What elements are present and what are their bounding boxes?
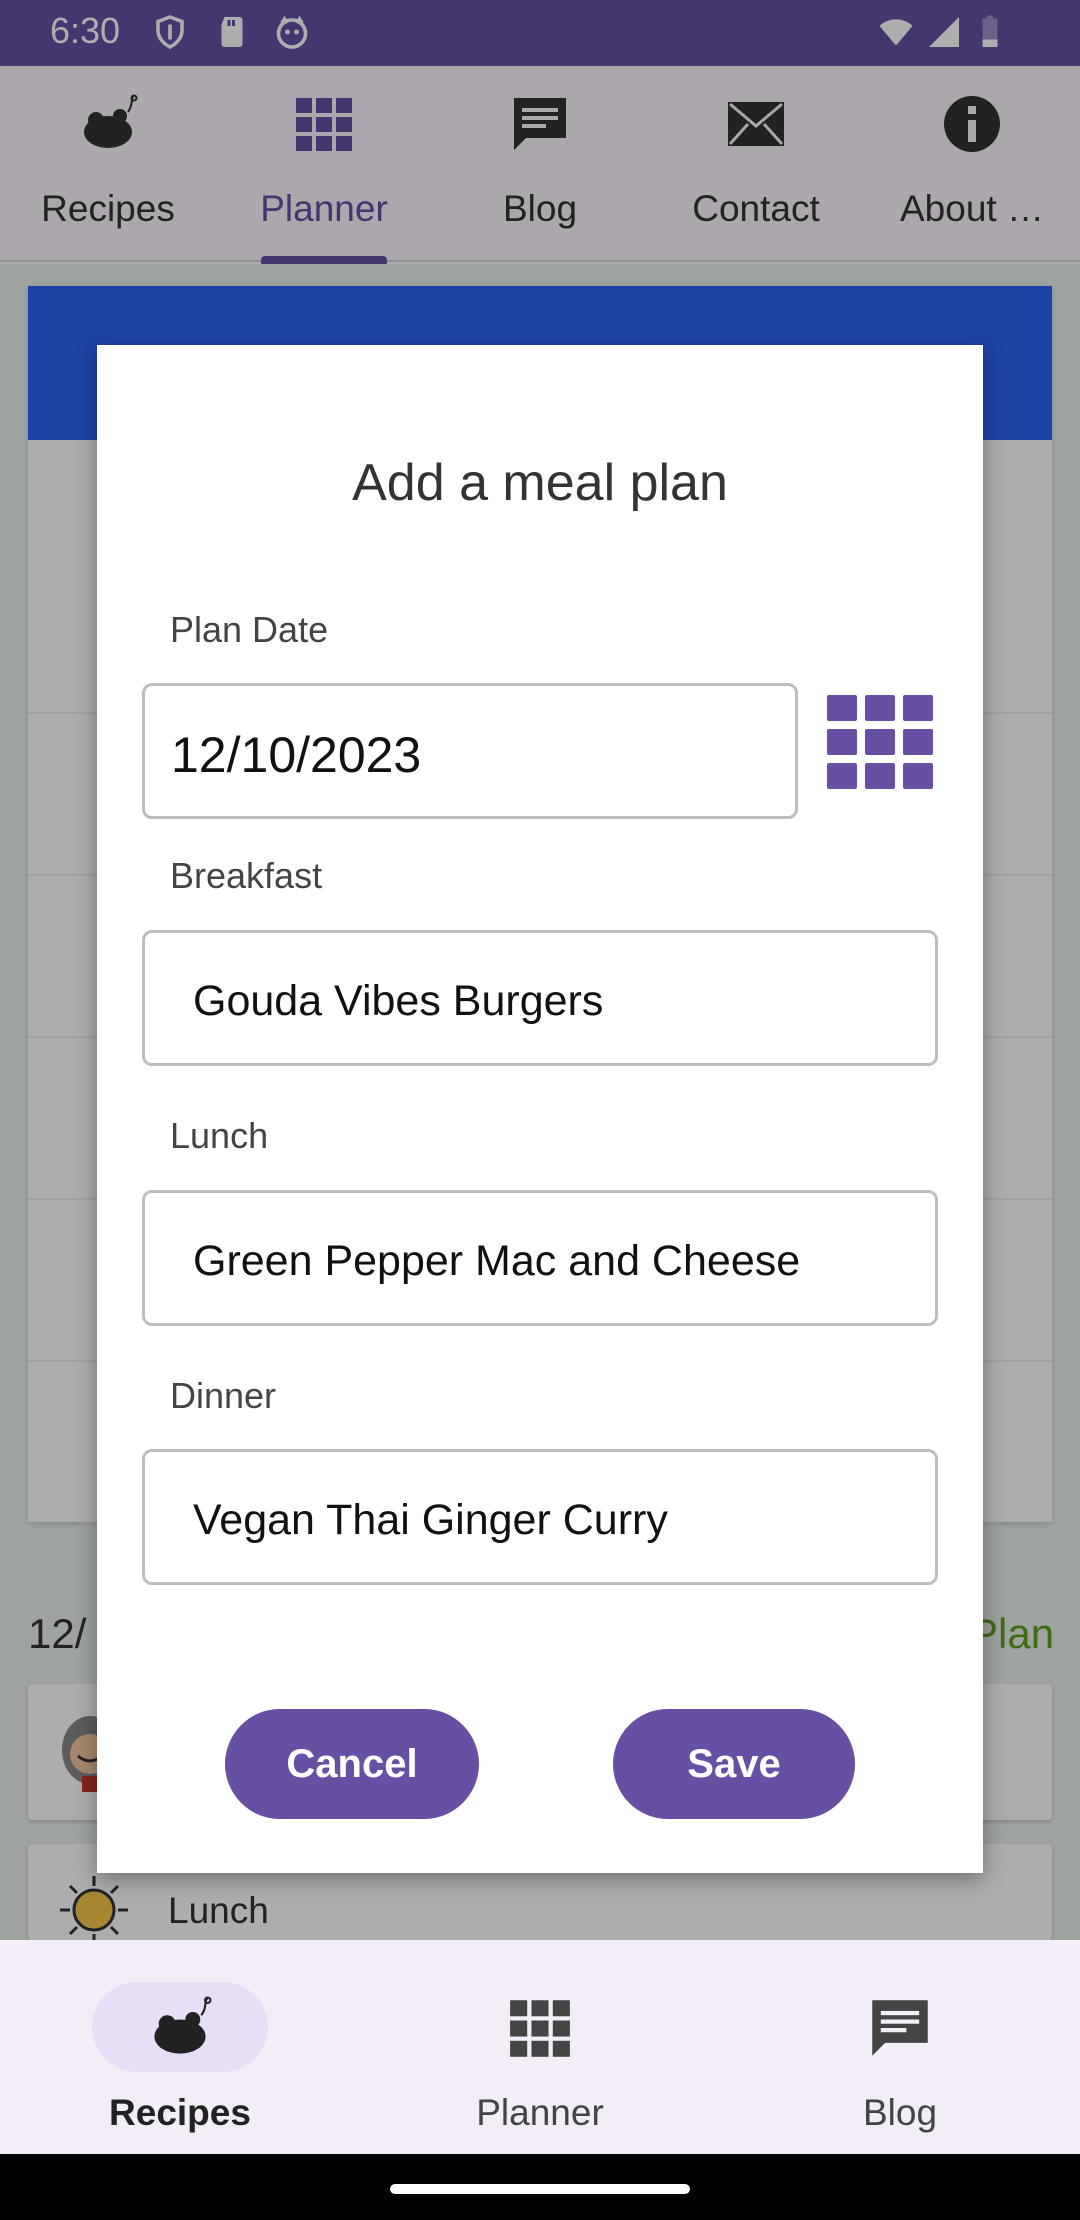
lunch-field[interactable]: Green Pepper Mac and Cheese xyxy=(142,1190,938,1326)
bottom-nav-recipes[interactable]: Recipes xyxy=(0,1940,360,2154)
dinner-field[interactable]: Vegan Thai Ginger Curry xyxy=(142,1449,938,1585)
breakfast-value: Gouda Vibes Burgers xyxy=(193,977,604,1025)
dialog-title: Add a meal plan xyxy=(352,454,728,512)
home-gesture-handle[interactable] xyxy=(390,2184,690,2194)
dinner-label: Dinner xyxy=(170,1375,277,1416)
bottom-navigation: Recipes Planner Blog xyxy=(0,1940,1080,2154)
bottom-nav-recipes-label: Recipes xyxy=(109,2092,251,2133)
bottom-nav-blog-label: Blog xyxy=(862,2092,938,2133)
cancel-button[interactable]: Cancel xyxy=(225,1709,479,1819)
bottom-nav-blog[interactable]: Blog xyxy=(720,1940,1080,2154)
plan-date-label: Plan Date xyxy=(170,609,329,650)
bottom-nav-planner[interactable]: Planner xyxy=(360,1940,720,2154)
save-button[interactable]: Save xyxy=(613,1709,855,1819)
add-meal-plan-dialog: Add a meal plan Plan Date 12/10/2023 Bre… xyxy=(97,345,983,1873)
date-picker-grid-icon[interactable] xyxy=(827,695,933,789)
bottom-nav-planner-label: Planner xyxy=(476,2092,604,2133)
breakfast-label: Breakfast xyxy=(170,855,323,896)
lunch-label: Lunch xyxy=(170,1115,269,1156)
dinner-value: Vegan Thai Ginger Curry xyxy=(193,1496,668,1544)
lunch-value: Green Pepper Mac and Cheese xyxy=(193,1237,801,1285)
chat-icon xyxy=(872,2000,928,2056)
grid-icon xyxy=(510,2000,570,2057)
breakfast-field[interactable]: Gouda Vibes Burgers xyxy=(142,930,938,1066)
plan-date-field[interactable]: 12/10/2023 xyxy=(142,683,798,819)
chicken-icon xyxy=(154,1996,212,2054)
plan-date-value: 12/10/2023 xyxy=(171,727,422,783)
